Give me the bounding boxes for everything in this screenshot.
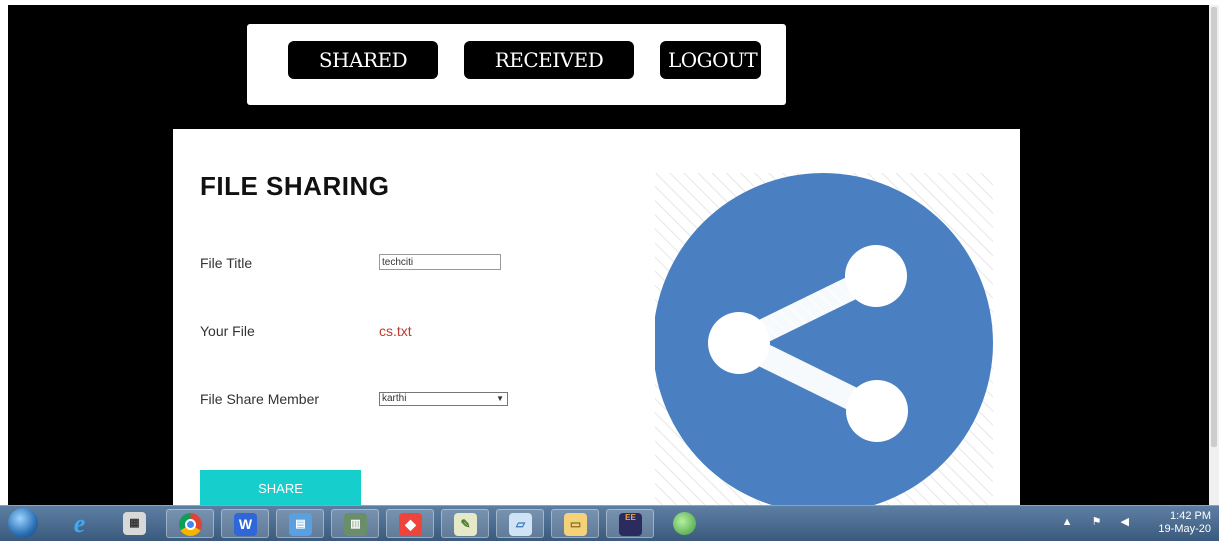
internet-explorer-icon[interactable]: e	[56, 509, 104, 538]
java-ee-ide-icon[interactable]: EE	[606, 509, 654, 538]
notepad-plus-icon[interactable]: ✎	[441, 509, 489, 538]
scrollbar-thumb[interactable]	[1211, 7, 1217, 447]
logout-button[interactable]: LOGOUT	[660, 41, 761, 79]
share-icon	[655, 173, 993, 509]
share-button[interactable]: SHARE	[200, 470, 361, 510]
file-title-input[interactable]	[379, 254, 501, 270]
wps-icon[interactable]: W	[221, 509, 269, 538]
windows-taskbar: e ▦ W ▤ ▥ ◆ ✎ ▱ ▭ EE ▲ ⚑ ◀ 1:42 PM 19-Ma…	[0, 505, 1219, 541]
page-title: FILE SHARING	[200, 171, 390, 201]
system-tray-icons[interactable]: ▲ ⚑ ◀	[1062, 515, 1137, 528]
your-file-value: cs.txt	[379, 323, 412, 339]
start-button[interactable]	[8, 508, 38, 538]
top-navbar: SHARED FILE RECEIVED FILE LOGOUT	[247, 24, 786, 110]
calculator-icon[interactable]: ▦	[111, 509, 159, 538]
anydesk-icon[interactable]: ◆	[386, 509, 434, 538]
system-clock[interactable]: 1:42 PM 19-May-20	[1158, 510, 1211, 536]
your-file-label: Your File	[200, 323, 255, 339]
folder-icon[interactable]: ▭	[551, 509, 599, 538]
clock-date: 19-May-20	[1158, 523, 1211, 535]
member-selected-value: karthi	[382, 393, 407, 404]
network-icon[interactable]	[661, 509, 709, 538]
control-panel-icon[interactable]: ▤	[276, 509, 324, 538]
clock-time: 1:42 PM	[1170, 510, 1211, 522]
task-manager-icon[interactable]: ▥	[331, 509, 379, 538]
member-select[interactable]: karthi ▼	[379, 392, 508, 406]
member-label: File Share Member	[200, 391, 320, 407]
file-title-label: File Title	[200, 255, 253, 271]
chrome-icon[interactable]	[166, 509, 214, 538]
file-icon[interactable]: ▱	[496, 509, 544, 538]
received-file-button[interactable]: RECEIVED FILE	[464, 41, 634, 110]
dropdown-arrow-icon: ▼	[496, 394, 504, 403]
shared-file-button[interactable]: SHARED FILE	[288, 41, 438, 110]
file-sharing-card: FILE SHARING File Title Your File cs.txt…	[173, 129, 1020, 510]
